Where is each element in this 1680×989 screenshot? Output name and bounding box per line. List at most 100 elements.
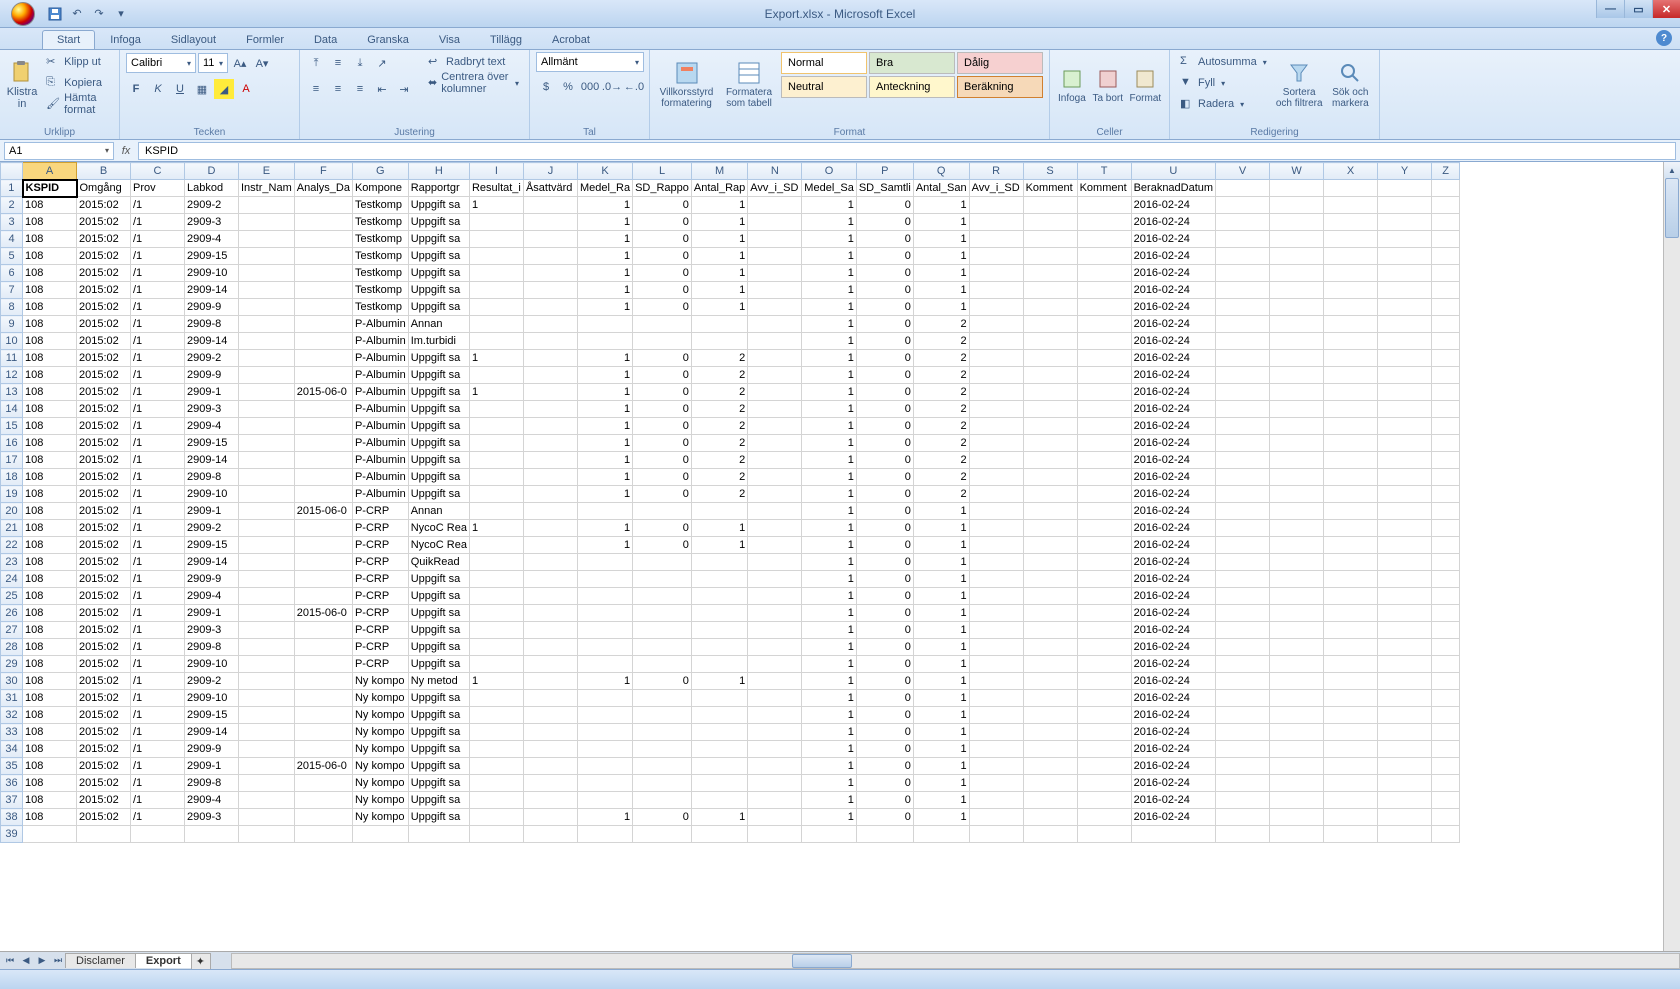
cell[interactable]: 108 bbox=[23, 503, 77, 520]
cell[interactable] bbox=[633, 588, 692, 605]
cell[interactable] bbox=[577, 554, 632, 571]
row-header[interactable]: 6 bbox=[1, 265, 23, 282]
cell[interactable] bbox=[577, 503, 632, 520]
cell[interactable] bbox=[577, 571, 632, 588]
cell[interactable]: 0 bbox=[856, 809, 913, 826]
cell[interactable]: 2015:02 bbox=[77, 231, 131, 248]
cell[interactable]: 1 bbox=[691, 214, 747, 231]
cell[interactable]: 2909-8 bbox=[185, 469, 239, 486]
cell[interactable]: 1 bbox=[691, 809, 747, 826]
cell[interactable]: 1 bbox=[913, 707, 969, 724]
style-berakning[interactable]: Beräkning bbox=[957, 76, 1043, 98]
cell[interactable] bbox=[469, 826, 523, 843]
row-header[interactable]: 31 bbox=[1, 690, 23, 707]
cell[interactable] bbox=[1216, 282, 1270, 299]
cell[interactable] bbox=[239, 503, 295, 520]
cell[interactable]: 1 bbox=[691, 248, 747, 265]
cell[interactable]: /1 bbox=[131, 588, 185, 605]
cell[interactable] bbox=[1432, 282, 1460, 299]
cell[interactable] bbox=[1378, 826, 1432, 843]
cell[interactable] bbox=[1432, 214, 1460, 231]
cell[interactable]: 108 bbox=[23, 486, 77, 503]
cell[interactable]: 1 bbox=[802, 350, 857, 367]
cell[interactable] bbox=[1023, 622, 1077, 639]
cell[interactable] bbox=[1324, 469, 1378, 486]
cell[interactable]: 1 bbox=[802, 469, 857, 486]
cell[interactable] bbox=[1216, 180, 1270, 197]
cell[interactable]: 2016-02-24 bbox=[1131, 367, 1216, 384]
cell[interactable] bbox=[577, 639, 632, 656]
cell[interactable]: /1 bbox=[131, 741, 185, 758]
cell[interactable] bbox=[523, 299, 577, 316]
cell[interactable] bbox=[1378, 707, 1432, 724]
cell[interactable] bbox=[577, 724, 632, 741]
cell[interactable]: P-CRP bbox=[352, 605, 408, 622]
cell[interactable] bbox=[969, 639, 1023, 656]
cell[interactable] bbox=[1432, 350, 1460, 367]
cell[interactable]: 0 bbox=[633, 282, 692, 299]
cell[interactable] bbox=[1077, 367, 1131, 384]
cell[interactable]: /1 bbox=[131, 197, 185, 214]
cell[interactable] bbox=[1077, 401, 1131, 418]
cell[interactable] bbox=[239, 418, 295, 435]
cell[interactable] bbox=[633, 316, 692, 333]
cell[interactable] bbox=[1324, 265, 1378, 282]
cell[interactable] bbox=[1324, 622, 1378, 639]
cell[interactable]: 108 bbox=[23, 282, 77, 299]
cell[interactable] bbox=[691, 605, 747, 622]
cell[interactable]: 108 bbox=[23, 724, 77, 741]
cell[interactable]: 0 bbox=[856, 384, 913, 401]
row-header[interactable]: 18 bbox=[1, 469, 23, 486]
cell[interactable] bbox=[294, 231, 352, 248]
cell[interactable] bbox=[469, 452, 523, 469]
cell[interactable] bbox=[1077, 758, 1131, 775]
cell[interactable] bbox=[1270, 537, 1324, 554]
cell[interactable]: 2 bbox=[913, 384, 969, 401]
cell[interactable] bbox=[1324, 503, 1378, 520]
cell[interactable] bbox=[1270, 775, 1324, 792]
cell[interactable]: P-Albumin bbox=[352, 486, 408, 503]
percent-icon[interactable]: % bbox=[558, 77, 578, 97]
cell[interactable]: 1 bbox=[577, 299, 632, 316]
cell[interactable] bbox=[856, 826, 913, 843]
cell[interactable] bbox=[1216, 248, 1270, 265]
cell[interactable] bbox=[294, 350, 352, 367]
cell[interactable] bbox=[1324, 367, 1378, 384]
cell[interactable]: 1 bbox=[802, 299, 857, 316]
cell[interactable] bbox=[1324, 826, 1378, 843]
cell[interactable]: 2909-4 bbox=[185, 418, 239, 435]
indent-inc-icon[interactable]: ⇥ bbox=[394, 79, 414, 99]
cell[interactable] bbox=[469, 503, 523, 520]
cell[interactable] bbox=[1324, 588, 1378, 605]
cell[interactable]: P-CRP bbox=[352, 656, 408, 673]
cell[interactable] bbox=[1023, 333, 1077, 350]
cell[interactable] bbox=[633, 605, 692, 622]
cell[interactable] bbox=[1216, 486, 1270, 503]
cell[interactable] bbox=[469, 792, 523, 809]
cell[interactable]: /1 bbox=[131, 724, 185, 741]
cell[interactable] bbox=[1077, 316, 1131, 333]
row-header[interactable]: 12 bbox=[1, 367, 23, 384]
cell[interactable] bbox=[1216, 656, 1270, 673]
cell[interactable]: 108 bbox=[23, 333, 77, 350]
cell[interactable]: P-CRP bbox=[352, 503, 408, 520]
cell[interactable] bbox=[577, 826, 632, 843]
cell[interactable] bbox=[1077, 333, 1131, 350]
col-header-O[interactable]: O bbox=[802, 163, 857, 180]
cell[interactable]: Uppgift sa bbox=[408, 214, 469, 231]
cell[interactable]: 2909-2 bbox=[185, 520, 239, 537]
cell[interactable]: 2015-06-0 bbox=[294, 605, 352, 622]
font-size-select[interactable]: 11 bbox=[198, 53, 228, 73]
cell[interactable] bbox=[1378, 418, 1432, 435]
cell[interactable]: 2909-9 bbox=[185, 741, 239, 758]
cell[interactable] bbox=[1216, 724, 1270, 741]
cell[interactable] bbox=[1023, 469, 1077, 486]
cell[interactable] bbox=[523, 214, 577, 231]
cell[interactable] bbox=[469, 707, 523, 724]
style-anteckning[interactable]: Anteckning bbox=[869, 76, 955, 98]
cell[interactable] bbox=[1324, 741, 1378, 758]
ribbon-tab-acrobat[interactable]: Acrobat bbox=[537, 30, 605, 49]
cell[interactable] bbox=[1077, 656, 1131, 673]
cell[interactable] bbox=[523, 333, 577, 350]
inc-decimal-icon[interactable]: .0→ bbox=[602, 77, 622, 97]
